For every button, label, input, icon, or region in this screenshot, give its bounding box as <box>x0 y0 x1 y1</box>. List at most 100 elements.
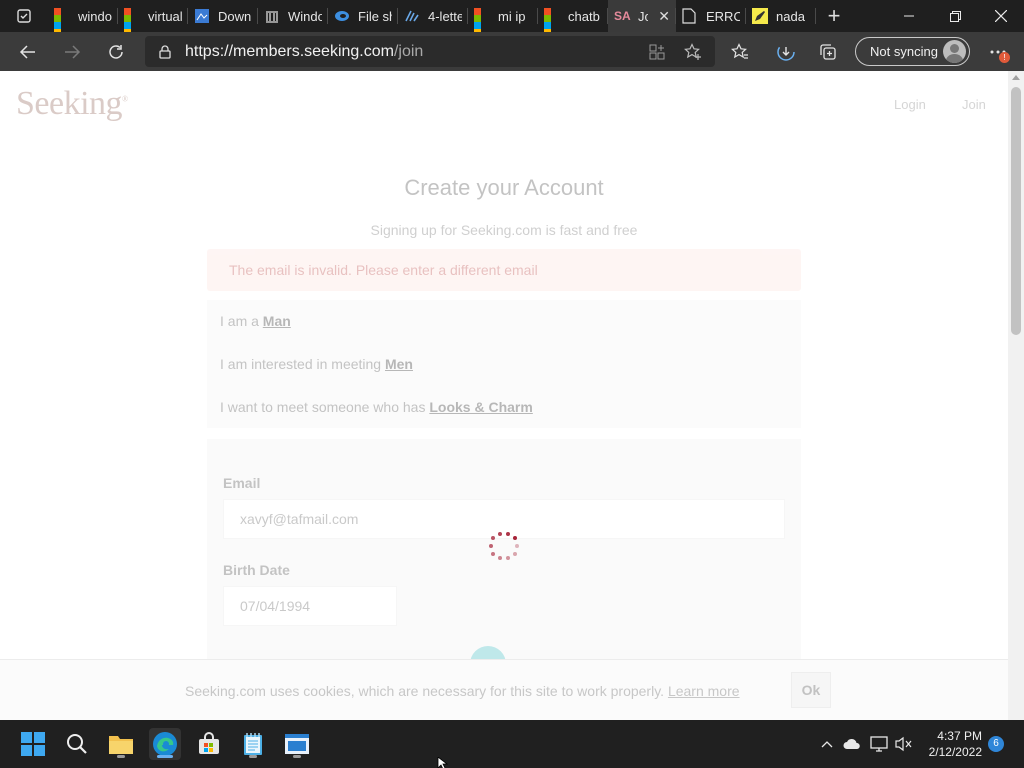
tab-title: Down <box>218 8 252 24</box>
spinner-dot <box>491 551 496 556</box>
store-button[interactable] <box>193 728 225 760</box>
browser-tab[interactable]: nada <box>746 0 816 32</box>
interest-select-link[interactable]: Men <box>385 356 413 372</box>
app-available-icon[interactable] <box>642 36 672 67</box>
onedrive-tray-button[interactable] <box>842 720 862 768</box>
store-bag-icon <box>199 732 219 754</box>
add-favorite-icon[interactable] <box>678 36 708 67</box>
minimize-icon <box>904 15 914 17</box>
document-icon <box>682 8 698 24</box>
microsoft-icon <box>124 8 140 32</box>
spinner-dot <box>512 536 517 541</box>
tab-title: mi ip <box>498 8 526 24</box>
spinner-dot <box>497 531 502 536</box>
spinner-dot <box>497 556 502 561</box>
profile-sync-button[interactable]: Not syncing <box>855 37 970 66</box>
browser-tab[interactable]: Down <box>188 0 258 32</box>
tab-title: File sh <box>358 8 392 24</box>
app-window-button[interactable] <box>281 728 313 760</box>
page-viewport: Seeking® Login Join Create your Account … <box>0 71 1008 720</box>
collections-button[interactable] <box>808 32 848 71</box>
birth-date-field[interactable]: 07/04/1994 <box>223 586 397 626</box>
browser-tab[interactable]: 4-lette <box>398 0 468 32</box>
tab-actions-button[interactable] <box>0 0 48 32</box>
interest-prefix: I am interested in meeting <box>220 356 385 372</box>
search-button[interactable] <box>61 728 93 760</box>
close-tab-icon[interactable]: ✕ <box>658 8 670 25</box>
browser-tab-bar: windo virtual Down Windo File sh 4-lette mi ip… <box>0 0 1024 32</box>
file-explorer-button[interactable] <box>105 728 137 760</box>
running-indicator <box>293 755 301 758</box>
settings-more-button[interactable] <box>978 32 1018 71</box>
browser-tab[interactable]: chatb <box>538 0 608 32</box>
monitor-icon <box>870 736 888 752</box>
start-button[interactable] <box>17 728 49 760</box>
scroll-up-icon[interactable] <box>1012 75 1020 80</box>
page-scrollbar[interactable] <box>1008 71 1024 720</box>
microsoft-icon <box>54 8 70 32</box>
gender-select-link[interactable]: Man <box>263 313 291 329</box>
browser-tab[interactable]: Windo <box>258 0 328 32</box>
url-text: https://members.seeking.com/join <box>185 43 423 61</box>
bars-icon <box>404 8 420 24</box>
show-hidden-icons-button[interactable] <box>818 720 836 768</box>
spinner-dot <box>506 531 511 536</box>
browser-tab[interactable]: mi ip <box>468 0 538 32</box>
microsoft-icon <box>474 8 490 32</box>
notification-count-badge[interactable]: 6 <box>988 736 1004 752</box>
seeking-icon: SA <box>614 9 631 23</box>
back-button[interactable] <box>6 32 50 71</box>
spinner-dot <box>515 544 519 548</box>
running-indicator <box>117 755 125 758</box>
tab-title: Jc <box>638 8 649 24</box>
windows-taskbar: 4:37 PM 2/12/2022 <box>0 720 1024 768</box>
learn-more-link[interactable]: Learn more <box>668 683 740 699</box>
collections-icon <box>820 43 836 60</box>
browser-tab[interactable]: virtual <box>118 0 188 32</box>
preferences-panel: I am a Man I am interested in meeting Me… <box>207 300 801 428</box>
profile-avatar-icon <box>943 40 966 63</box>
notepad-button[interactable] <box>237 728 269 760</box>
lock-icon[interactable] <box>145 44 185 59</box>
download-icon <box>777 42 795 61</box>
trait-select-link[interactable]: Looks & Charm <box>429 399 532 415</box>
birth-date-label: Birth Date <box>223 562 290 578</box>
new-tab-button[interactable]: + <box>816 0 852 32</box>
running-indicator <box>249 755 257 758</box>
downloads-button[interactable] <box>766 32 806 71</box>
refresh-button[interactable] <box>94 32 138 71</box>
gender-prefix: I am a <box>220 313 263 329</box>
window-app-icon <box>285 734 309 754</box>
browser-tab[interactable]: File sh <box>328 0 398 32</box>
minimize-button[interactable] <box>886 0 932 32</box>
login-link[interactable]: Login <box>894 97 926 112</box>
clock-time: 4:37 PM <box>937 729 982 743</box>
download-site-icon <box>194 8 210 24</box>
folder-icon <box>109 736 133 754</box>
seeking-logo[interactable]: Seeking® <box>16 85 128 123</box>
forward-button[interactable] <box>50 32 94 71</box>
page-subtitle: Signing up for Seeking.com is fast and f… <box>370 222 638 238</box>
favorites-button[interactable] <box>720 32 760 71</box>
display-tray-button[interactable] <box>869 720 889 768</box>
cookie-ok-button[interactable]: Ok <box>791 672 831 708</box>
error-message: The email is invalid. Please enter a dif… <box>207 249 801 291</box>
columns-icon <box>264 8 280 24</box>
volume-tray-button[interactable] <box>894 720 914 768</box>
edge-taskbar-button[interactable] <box>149 728 181 760</box>
forward-arrow-icon <box>65 44 81 59</box>
close-window-button[interactable] <box>978 0 1024 32</box>
loading-spinner-icon <box>485 527 523 565</box>
address-bar[interactable]: https://members.seeking.com/join <box>145 36 715 67</box>
join-link[interactable]: Join <box>962 97 986 112</box>
restore-icon <box>949 10 961 22</box>
restore-button[interactable] <box>932 0 978 32</box>
yellow-pencil-icon <box>752 8 768 24</box>
cookie-text: Seeking.com uses cookies, which are nece… <box>185 683 665 699</box>
browser-tab[interactable]: SA Jc ✕ <box>608 0 676 32</box>
browser-tab[interactable]: ERRO <box>676 0 746 32</box>
browser-tab[interactable]: windo <box>48 0 118 32</box>
microsoft-icon <box>544 8 560 32</box>
scrollbar-thumb[interactable] <box>1011 87 1021 335</box>
taskbar-clock[interactable]: 4:37 PM 2/12/2022 <box>924 728 982 760</box>
